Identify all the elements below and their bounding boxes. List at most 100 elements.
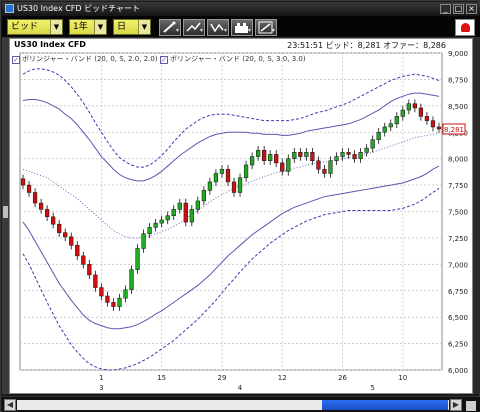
candle-up[interactable] (376, 132, 381, 140)
candle-down[interactable] (430, 120, 436, 128)
candle-up[interactable] (286, 158, 291, 172)
candle-up[interactable] (370, 139, 375, 149)
current-price-label: 8,281 (444, 126, 464, 134)
candle-up[interactable] (129, 269, 134, 290)
scroll-thumb[interactable] (322, 400, 448, 410)
period-value: 1年 (73, 22, 88, 32)
candle-down[interactable] (322, 168, 327, 174)
candle-down[interactable] (274, 154, 279, 164)
candle-up[interactable] (147, 227, 152, 234)
candle-down[interactable] (298, 152, 303, 157)
price-type-value: ビッド (11, 22, 39, 32)
candle-up[interactable] (177, 202, 182, 210)
scroll-left-button[interactable]: ◀ (4, 399, 16, 411)
scroll-right-button[interactable]: ▶ (450, 399, 462, 411)
candle-up[interactable] (153, 222, 158, 228)
candle-up[interactable] (213, 173, 219, 183)
candle-down[interactable] (436, 126, 442, 130)
candle-down[interactable] (352, 154, 357, 159)
candle-up[interactable] (340, 152, 345, 157)
checkbox-icon[interactable]: ✓ (12, 56, 20, 64)
candle-up[interactable] (292, 152, 297, 159)
period-select[interactable]: 1年 ▼ (69, 19, 107, 35)
candle-up[interactable] (189, 209, 194, 223)
splitter-grip-icon[interactable] (3, 206, 8, 218)
candle-up[interactable] (135, 248, 140, 270)
legend-bollinger-3[interactable]: ✓ ボリンジャー・バンド (20, 0, S, 3.0, 3.0) (160, 54, 306, 64)
candle-down[interactable] (20, 178, 26, 186)
zoom-button[interactable]: ▾ (255, 19, 277, 36)
candle-down[interactable] (412, 103, 417, 109)
candle-down[interactable] (424, 116, 430, 121)
candle-down[interactable] (105, 295, 110, 303)
candle-up[interactable] (382, 126, 387, 133)
candle-down[interactable] (262, 149, 267, 162)
horizontal-scrollbar[interactable]: ◀ ▶ (2, 396, 480, 412)
candle-down[interactable] (57, 223, 62, 233)
plot-area[interactable] (19, 52, 443, 371)
candle-up[interactable] (201, 190, 206, 202)
candle-down[interactable] (231, 181, 237, 193)
minimize-button[interactable]: _ (440, 4, 451, 14)
candle-up[interactable] (195, 200, 200, 210)
left-splitter[interactable] (2, 38, 9, 394)
candle-down[interactable] (32, 192, 38, 204)
chart-panel[interactable]: 9,0008,7508,5008,2508,0007,7507,5007,250… (9, 38, 473, 394)
checkbox-icon[interactable]: ✓ (160, 56, 168, 64)
candle-up[interactable] (141, 233, 146, 249)
price-type-select[interactable]: ビッド ▼ (7, 19, 63, 35)
maximize-button[interactable]: □ (453, 4, 464, 14)
candle-up[interactable] (334, 156, 339, 162)
resize-grip-icon[interactable] (466, 401, 476, 411)
legend-bollinger-2[interactable]: ✓ ボリンジャー・バンド (20, 0, S, 2.0, 2.0) (12, 54, 158, 64)
candle-up[interactable] (328, 160, 333, 174)
candle-down[interactable] (38, 202, 44, 210)
close-button[interactable]: × (466, 4, 477, 14)
candle-up[interactable] (304, 152, 309, 157)
candle-up[interactable] (388, 123, 393, 128)
candle-up[interactable] (406, 103, 411, 111)
candle-up[interactable] (358, 152, 363, 159)
interval-select[interactable]: 日 ▼ (113, 19, 151, 35)
candle-up[interactable] (171, 209, 176, 216)
candle-up[interactable] (165, 215, 170, 221)
candle-up[interactable] (237, 177, 243, 193)
candle-up[interactable] (219, 168, 225, 174)
candle-down[interactable] (93, 274, 98, 288)
trendline-button[interactable]: ▾ (183, 19, 205, 36)
candle-down[interactable] (81, 255, 86, 265)
candle-down[interactable] (69, 236, 74, 246)
candle-down[interactable] (310, 152, 315, 162)
candle-up[interactable] (364, 147, 369, 153)
candle-up[interactable] (207, 181, 213, 191)
candle-down[interactable] (99, 287, 104, 297)
draw-line-button[interactable]: ▾ (159, 19, 181, 36)
candle-down[interactable] (225, 168, 231, 183)
indicator-button[interactable]: ▾ (207, 19, 229, 36)
candle-down[interactable] (418, 107, 424, 117)
candle-up[interactable] (249, 156, 255, 166)
candle-down[interactable] (316, 160, 321, 170)
candle-down[interactable] (26, 184, 32, 193)
candle-down[interactable] (280, 162, 285, 172)
candle-down[interactable] (183, 202, 188, 223)
alarm-button[interactable] (455, 19, 475, 36)
candle-up[interactable] (117, 297, 122, 307)
candle-down[interactable] (111, 302, 116, 307)
candle-down[interactable] (75, 245, 80, 257)
candle-up[interactable] (268, 154, 273, 162)
title-bar[interactable]: US30 Index CFD ビッドチャート _ □ × (2, 2, 480, 16)
candle-up[interactable] (256, 149, 261, 157)
candle-down[interactable] (45, 209, 50, 218)
candle-up[interactable] (394, 116, 399, 125)
candle-down[interactable] (63, 232, 68, 238)
candle-down[interactable] (87, 264, 92, 276)
candle-up[interactable] (123, 289, 128, 299)
candle-down[interactable] (51, 216, 56, 225)
candle-down[interactable] (346, 152, 351, 155)
candlestick-chart[interactable]: 9,0008,7508,5008,2508,0007,7507,5007,250… (10, 39, 472, 393)
chart-type-button[interactable]: ▾ (231, 19, 253, 36)
candle-up[interactable] (159, 219, 164, 224)
candle-up[interactable] (400, 109, 405, 117)
candle-up[interactable] (243, 164, 249, 178)
